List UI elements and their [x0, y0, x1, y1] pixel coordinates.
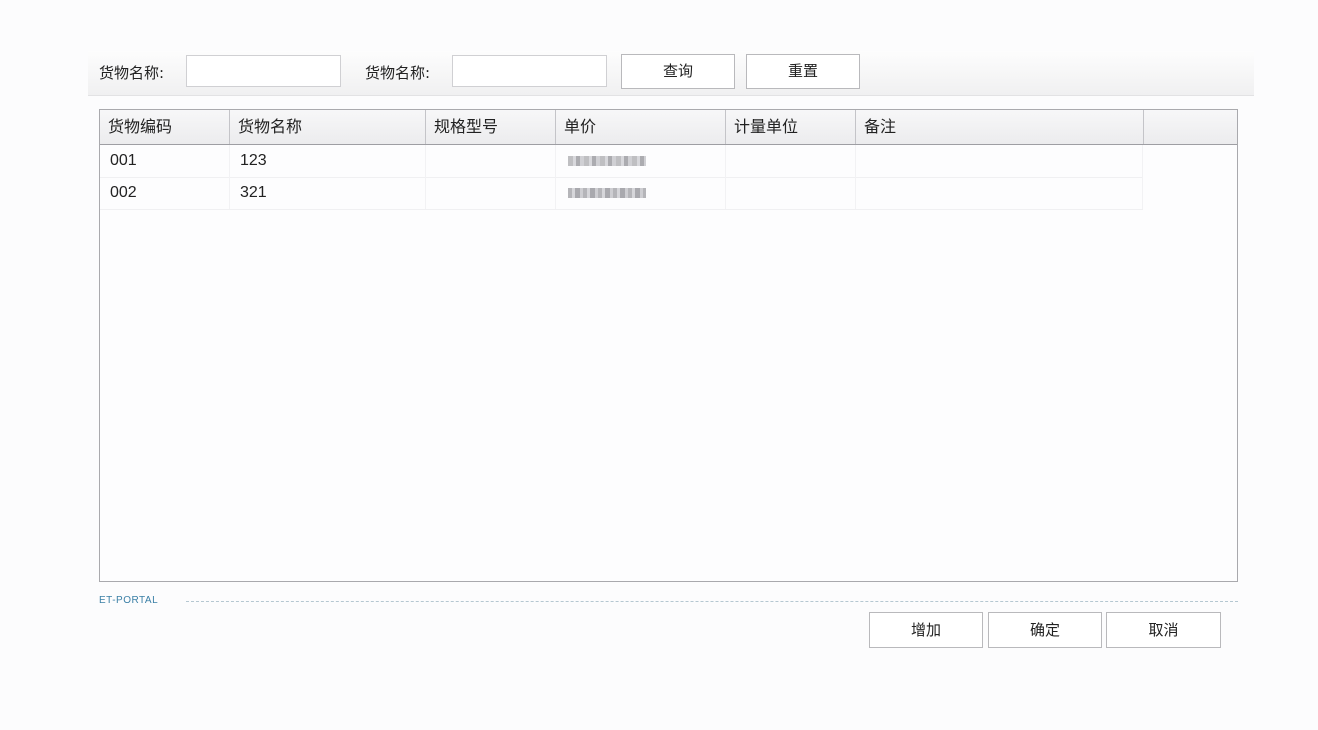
cell-spec	[426, 177, 556, 209]
add-button[interactable]: 增加	[869, 612, 983, 648]
table-row[interactable]: 001 123	[100, 145, 1143, 178]
goods-name-input-1[interactable]	[186, 55, 341, 87]
query-button[interactable]: 查询	[621, 54, 735, 89]
redacted-price	[568, 188, 646, 198]
column-header-code[interactable]: 货物编码	[100, 110, 230, 144]
search-bar: 货物名称: 货物名称: 查询 重置	[88, 51, 1254, 96]
redacted-price	[568, 156, 646, 166]
cell-spec	[426, 145, 556, 177]
reset-button[interactable]: 重置	[746, 54, 860, 89]
search-label-2: 货物名称:	[365, 64, 431, 82]
column-header-name[interactable]: 货物名称	[230, 110, 426, 144]
grid-header: 货物编码 货物名称 规格型号 单价 计量单位 备注	[100, 110, 1237, 145]
cell-unit	[726, 177, 856, 209]
goods-name-input-2[interactable]	[452, 55, 607, 87]
cell-note	[856, 177, 1143, 209]
column-header-filler	[1144, 110, 1237, 144]
cell-price	[556, 177, 726, 209]
cell-code: 002	[100, 177, 230, 209]
column-header-spec[interactable]: 规格型号	[426, 110, 556, 144]
column-header-note[interactable]: 备注	[856, 110, 1144, 144]
footer-divider	[186, 601, 1238, 602]
goods-grid: 货物编码 货物名称 规格型号 单价 计量单位 备注 001 123 002 32…	[99, 109, 1238, 582]
column-header-price[interactable]: 单价	[556, 110, 726, 144]
cell-name: 321	[230, 177, 426, 209]
cell-unit	[726, 145, 856, 177]
search-label-1: 货物名称:	[99, 64, 165, 82]
cancel-button[interactable]: 取消	[1106, 612, 1221, 648]
cell-note	[856, 145, 1143, 177]
table-row[interactable]: 002 321	[100, 177, 1143, 210]
cell-code: 001	[100, 145, 230, 177]
column-header-unit[interactable]: 计量单位	[726, 110, 856, 144]
cell-price	[556, 145, 726, 177]
goods-selection-dialog: 货物名称: 货物名称: 查询 重置 货物编码 货物名称 规格型号 单价 计量单位…	[0, 0, 1318, 730]
cell-name: 123	[230, 145, 426, 177]
confirm-button[interactable]: 确定	[988, 612, 1102, 648]
brand-label: ET-PORTAL	[99, 595, 159, 606]
